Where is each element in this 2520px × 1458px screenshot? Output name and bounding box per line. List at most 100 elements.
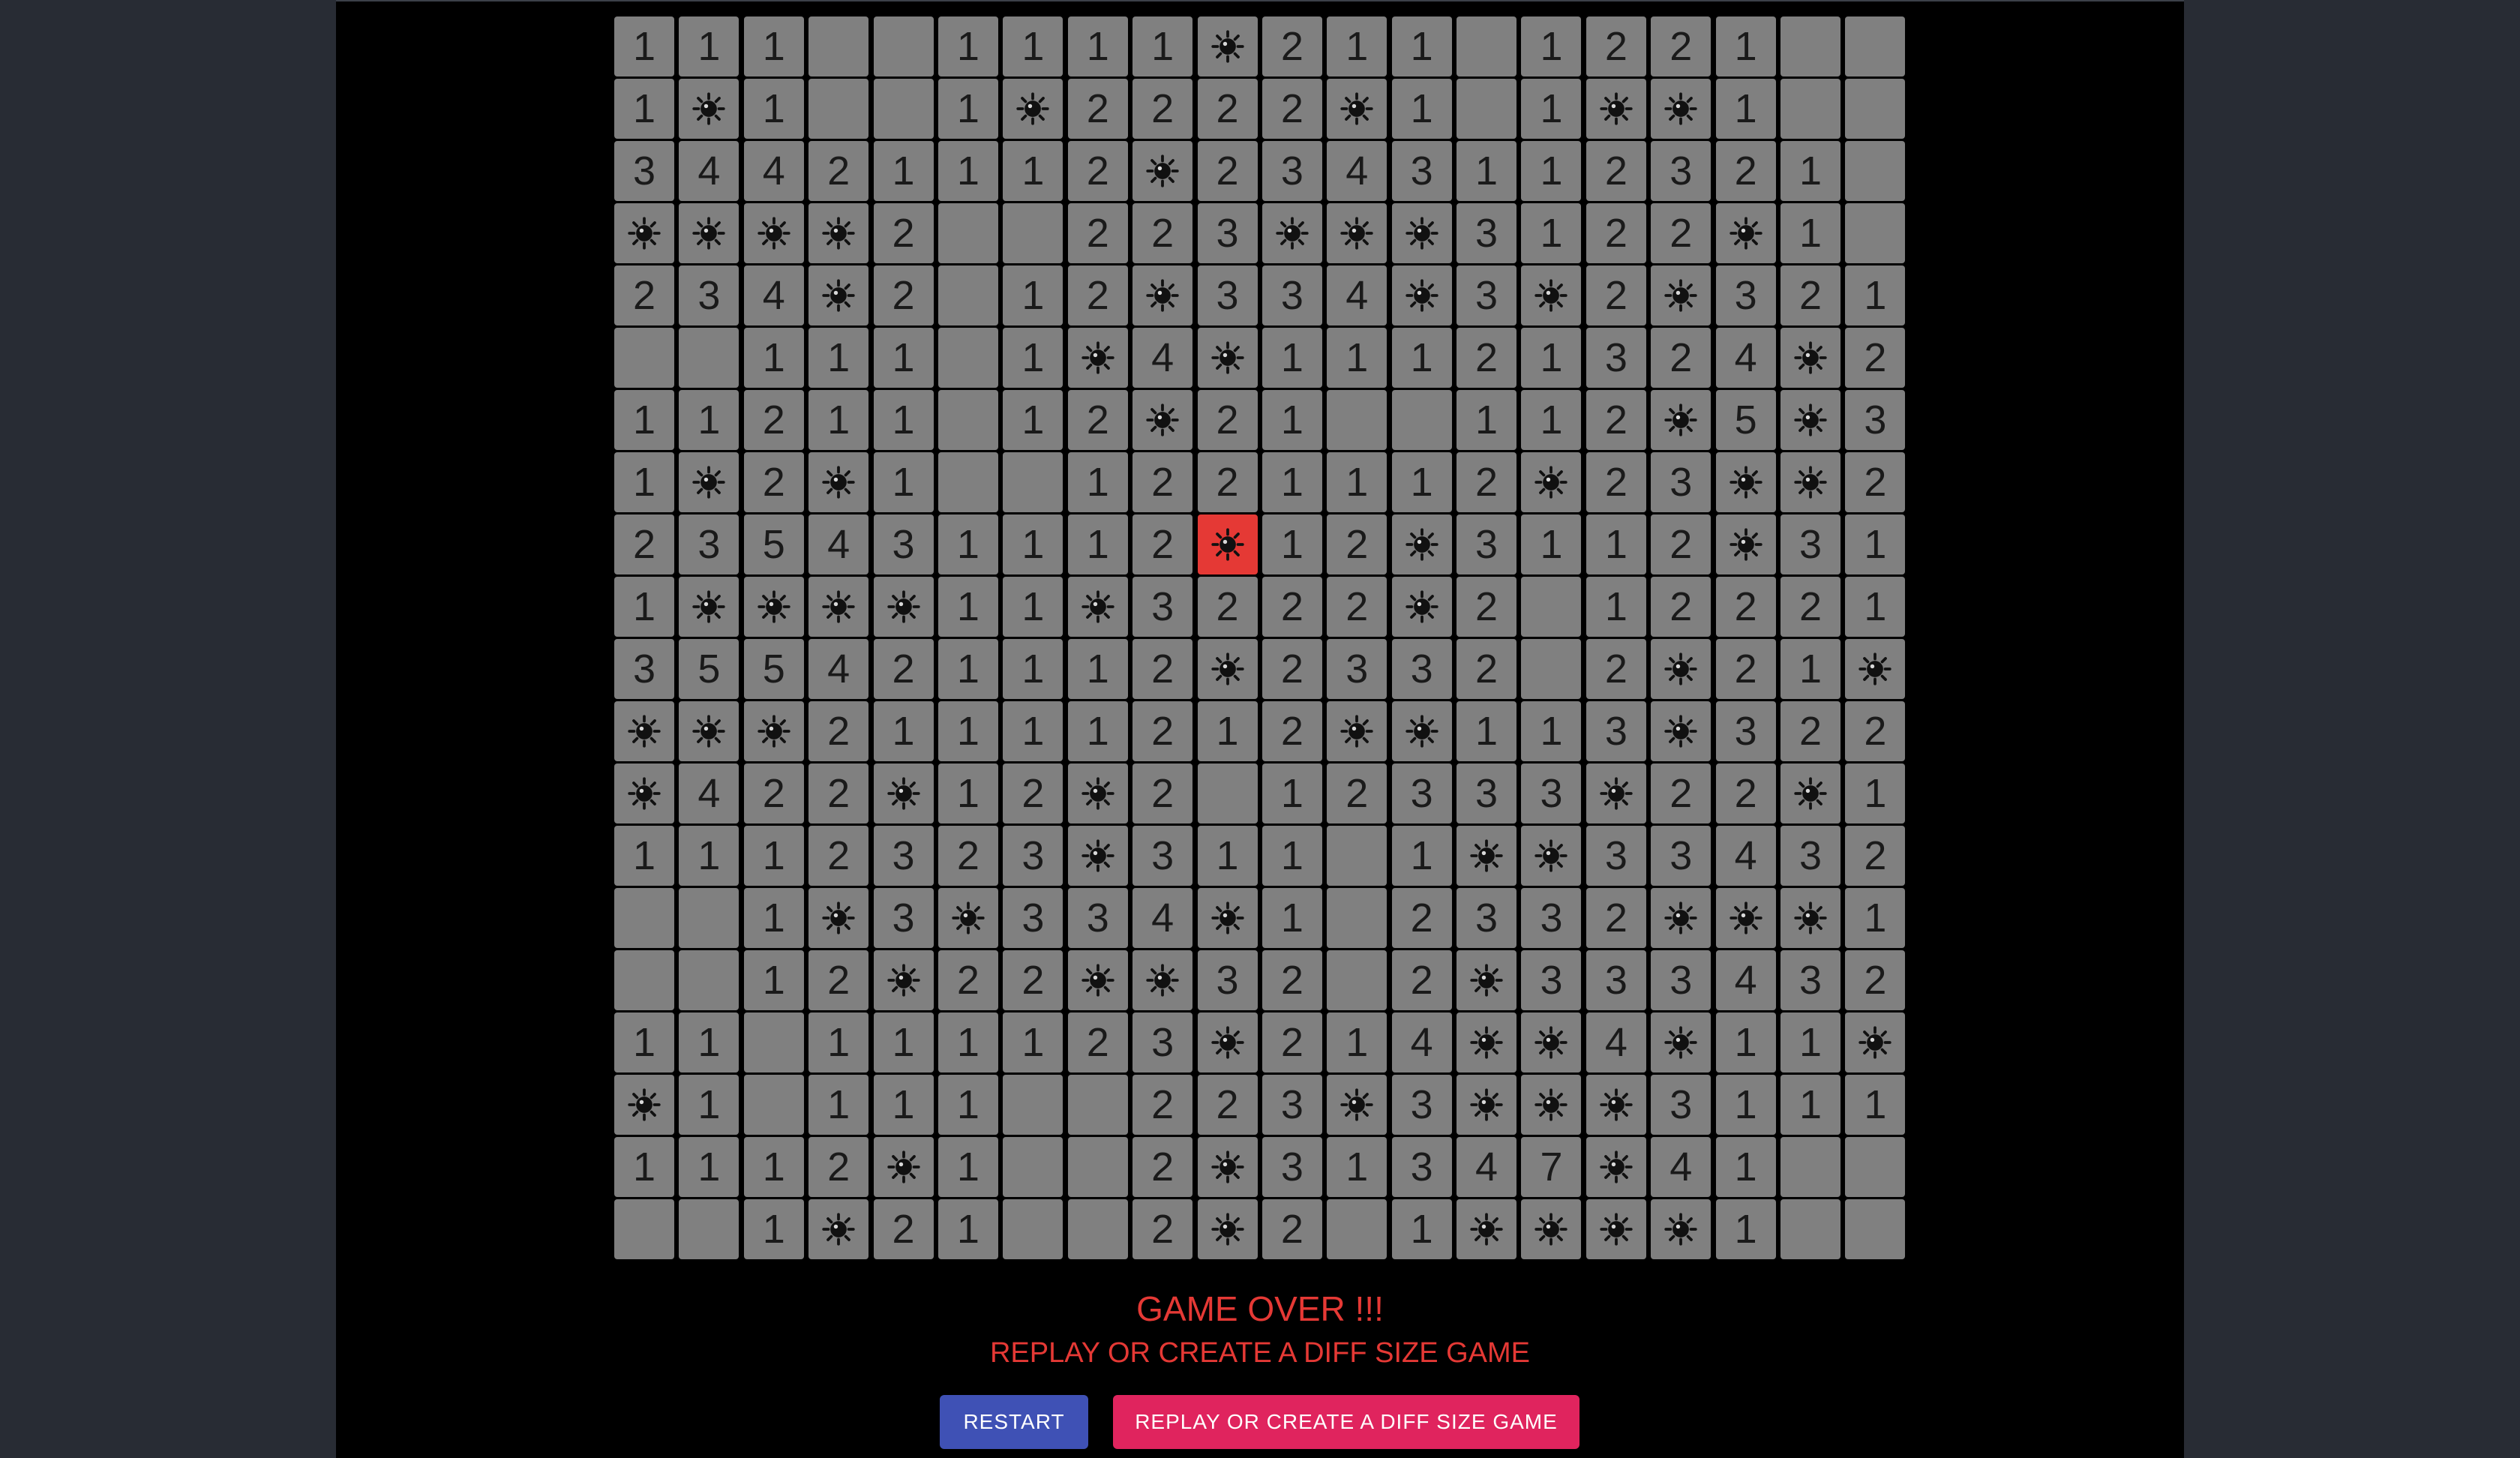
number-cell[interactable]: 2: [1780, 266, 1841, 326]
number-cell[interactable]: 4: [1651, 1137, 1712, 1197]
number-cell[interactable]: 1: [873, 1012, 934, 1072]
number-cell[interactable]: 1: [743, 79, 804, 139]
mine-cell[interactable]: [743, 701, 804, 761]
empty-cell[interactable]: [1780, 16, 1841, 76]
empty-cell[interactable]: [938, 328, 998, 388]
number-cell[interactable]: 2: [1586, 266, 1646, 326]
number-cell[interactable]: 1: [1067, 639, 1128, 699]
number-cell[interactable]: 3: [1586, 701, 1646, 761]
number-cell[interactable]: 2: [873, 639, 934, 699]
number-cell[interactable]: 2: [1651, 514, 1712, 574]
number-cell[interactable]: 1: [1715, 1012, 1776, 1072]
number-cell[interactable]: 3: [1327, 639, 1388, 699]
number-cell[interactable]: 1: [1132, 16, 1193, 76]
number-cell[interactable]: 1: [1262, 826, 1322, 886]
mine-cell[interactable]: [1197, 639, 1258, 699]
empty-cell[interactable]: [1845, 1199, 1906, 1259]
number-cell[interactable]: 1: [743, 888, 804, 948]
mine-cell[interactable]: [1456, 1199, 1517, 1259]
empty-cell[interactable]: [1003, 1075, 1064, 1135]
number-cell[interactable]: 5: [679, 639, 740, 699]
number-cell[interactable]: 1: [679, 16, 740, 76]
number-cell[interactable]: 2: [1132, 452, 1193, 512]
number-cell[interactable]: 1: [743, 16, 804, 76]
number-cell[interactable]: 3: [873, 826, 934, 886]
mine-cell[interactable]: [1067, 764, 1128, 824]
number-cell[interactable]: 2: [873, 1199, 934, 1259]
number-cell[interactable]: 1: [614, 577, 674, 637]
number-cell[interactable]: 2: [1845, 826, 1906, 886]
number-cell[interactable]: 1: [1391, 826, 1452, 886]
number-cell[interactable]: 3: [614, 639, 674, 699]
number-cell[interactable]: 1: [1845, 764, 1906, 824]
number-cell[interactable]: 2: [1651, 203, 1712, 263]
number-cell[interactable]: 3: [873, 514, 934, 574]
mine-cell[interactable]: [1391, 701, 1452, 761]
number-cell[interactable]: 2: [1197, 1075, 1258, 1135]
number-cell[interactable]: 3: [1067, 888, 1128, 948]
number-cell[interactable]: 1: [1262, 764, 1322, 824]
number-cell[interactable]: 3: [1651, 1075, 1712, 1135]
number-cell[interactable]: 2: [938, 950, 998, 1010]
number-cell[interactable]: 2: [1262, 639, 1322, 699]
empty-cell[interactable]: [938, 390, 998, 450]
number-cell[interactable]: 2: [873, 266, 934, 326]
number-cell[interactable]: 2: [808, 1137, 869, 1197]
number-cell[interactable]: 2: [1262, 950, 1322, 1010]
number-cell[interactable]: 4: [1586, 1012, 1646, 1072]
mine-cell[interactable]: [1521, 1075, 1582, 1135]
number-cell[interactable]: 3: [1391, 764, 1452, 824]
number-cell[interactable]: 4: [1391, 1012, 1452, 1072]
empty-cell[interactable]: [873, 79, 934, 139]
number-cell[interactable]: 2: [1197, 390, 1258, 450]
restart-button[interactable]: RESTART: [940, 1395, 1088, 1449]
empty-cell[interactable]: [1197, 764, 1258, 824]
empty-cell[interactable]: [1780, 1199, 1841, 1259]
mine-cell[interactable]: [1456, 950, 1517, 1010]
empty-cell[interactable]: [1456, 16, 1517, 76]
number-cell[interactable]: 1: [1391, 1199, 1452, 1259]
number-cell[interactable]: 1: [808, 390, 869, 450]
mine-cell[interactable]: [1651, 1199, 1712, 1259]
number-cell[interactable]: 1: [938, 1137, 998, 1197]
empty-cell[interactable]: [1845, 79, 1906, 139]
empty-cell[interactable]: [1327, 950, 1388, 1010]
mine-cell[interactable]: [808, 266, 869, 326]
number-cell[interactable]: 4: [679, 764, 740, 824]
number-cell[interactable]: 1: [679, 1075, 740, 1135]
empty-cell[interactable]: [938, 203, 998, 263]
number-cell[interactable]: 3: [1132, 577, 1193, 637]
number-cell[interactable]: 1: [1586, 514, 1646, 574]
number-cell[interactable]: 1: [808, 1012, 869, 1072]
number-cell[interactable]: 1: [1327, 452, 1388, 512]
number-cell[interactable]: 4: [743, 266, 804, 326]
number-cell[interactable]: 1: [614, 826, 674, 886]
number-cell[interactable]: 2: [1132, 1075, 1193, 1135]
number-cell[interactable]: 3: [1651, 950, 1712, 1010]
number-cell[interactable]: 1: [1067, 514, 1128, 574]
number-cell[interactable]: 2: [1586, 639, 1646, 699]
number-cell[interactable]: 1: [1456, 141, 1517, 201]
mine-cell[interactable]: [1780, 764, 1841, 824]
number-cell[interactable]: 2: [1456, 452, 1517, 512]
number-cell[interactable]: 1: [679, 826, 740, 886]
mine-cell[interactable]: [808, 203, 869, 263]
empty-cell[interactable]: [1780, 79, 1841, 139]
mine-cell[interactable]: [1651, 639, 1712, 699]
number-cell[interactable]: 1: [1003, 514, 1064, 574]
empty-cell[interactable]: [1327, 826, 1388, 886]
number-cell[interactable]: 1: [1521, 79, 1582, 139]
empty-cell[interactable]: [614, 950, 674, 1010]
number-cell[interactable]: 1: [938, 1075, 998, 1135]
number-cell[interactable]: 3: [1651, 141, 1712, 201]
mine-cell[interactable]: [1651, 701, 1712, 761]
mine-cell[interactable]: [1391, 577, 1452, 637]
number-cell[interactable]: 2: [743, 390, 804, 450]
number-cell[interactable]: 1: [873, 390, 934, 450]
number-cell[interactable]: 5: [743, 639, 804, 699]
mine-cell[interactable]: [1586, 79, 1646, 139]
number-cell[interactable]: 3: [1262, 141, 1322, 201]
number-cell[interactable]: 4: [1327, 266, 1388, 326]
number-cell[interactable]: 1: [1003, 328, 1064, 388]
number-cell[interactable]: 2: [808, 701, 869, 761]
